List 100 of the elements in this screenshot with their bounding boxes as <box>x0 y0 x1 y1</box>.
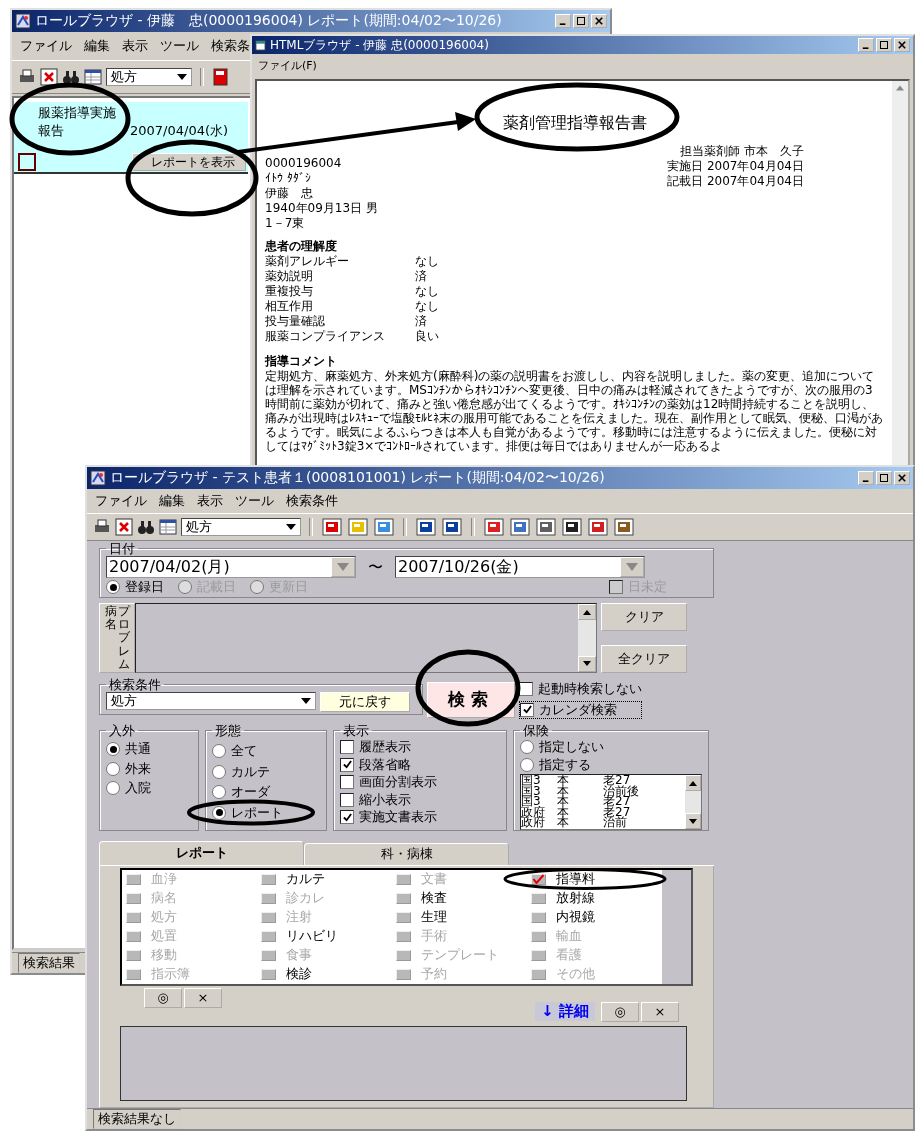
item-value: なし <box>415 254 439 269</box>
close-button[interactable] <box>591 14 607 28</box>
minimize-button[interactable] <box>555 14 571 28</box>
patient-info-text: ｲﾄｳ ﾀﾀﾞｼ <box>265 171 312 186</box>
scrollbar[interactable] <box>685 775 701 830</box>
table-icon[interactable] <box>159 518 177 536</box>
category-checkbox[interactable]: 検診 <box>257 964 392 984</box>
display-checkbox[interactable]: 段落省略 <box>340 756 500 773</box>
insurance-list[interactable]: 国3 本 老27 国3 本 治前後 国3 本 老27 政府 本 老27 政府 本 治前 <box>520 774 702 831</box>
date-field[interactable]: 2007/04/02(月) <box>106 556 356 578</box>
detail-link[interactable]: ↓ 詳細 <box>535 1002 595 1022</box>
form-radio[interactable]: 全て <box>212 744 257 759</box>
report-row[interactable]: 服薬指導実施報告 2007/04/04(水) レポートを表示 <box>14 102 248 174</box>
insurance-cell-text: 国3 <box>521 796 541 807</box>
search-option-checkbox[interactable]: 起動時検索しない <box>519 680 642 697</box>
insurance-radio[interactable]: 指定しない <box>520 739 702 756</box>
minimize-button[interactable] <box>858 471 874 485</box>
condition-dropdown[interactable]: 処方 <box>106 691 316 710</box>
menu-item[interactable]: 編集 <box>159 492 185 510</box>
minimize-button[interactable] <box>858 38 874 52</box>
search-button[interactable]: 検索 <box>427 681 515 718</box>
inpatient-radio[interactable]: 入院 <box>106 780 192 797</box>
category-checkbox[interactable]: 生理 <box>392 907 527 927</box>
menu-item[interactable]: 表示 <box>197 492 223 510</box>
checkmark-icon <box>342 760 352 770</box>
menu-item[interactable]: 検索条 <box>211 37 250 55</box>
form-radio[interactable]: オーダ <box>212 785 270 800</box>
form-radio[interactable]: カルテ <box>212 764 270 779</box>
window-icon[interactable] <box>415 518 437 536</box>
clear-button[interactable]: 全クリア <box>601 644 687 673</box>
item-label: 薬剤アレルギー <box>265 254 350 269</box>
item-label: 重複投与 <box>265 284 314 299</box>
report-date: 2007/04/04(水) <box>130 122 229 140</box>
problem-toggle-button[interactable]: 病名 プロブレム <box>99 603 135 673</box>
insurance-radio[interactable]: 指定する <box>520 756 702 773</box>
item-value: なし <box>415 284 439 299</box>
maximize-button[interactable] <box>573 14 589 28</box>
clear-button[interactable]: クリア <box>601 603 687 631</box>
grid-action-button[interactable]: ◎ <box>144 987 182 1008</box>
problem-list[interactable] <box>135 603 597 673</box>
date-type-radio[interactable]: 登録日 <box>106 579 164 595</box>
report-info-text: 担当薬剤師 市本 久子 <box>680 144 804 159</box>
category-checkbox[interactable]: 内視鏡 <box>527 907 662 927</box>
category-checkbox[interactable]: 指導料 <box>527 869 662 889</box>
menu-item[interactable]: ツール <box>235 492 274 510</box>
close-button[interactable] <box>894 471 910 485</box>
date-field[interactable]: 2007/10/26(金) <box>395 556 645 578</box>
menu-item[interactable]: 編集 <box>84 37 110 55</box>
reset-button[interactable]: 元に戻す <box>320 691 410 712</box>
maximize-button[interactable] <box>876 471 892 485</box>
binoculars-icon[interactable] <box>62 68 80 86</box>
display-checkbox[interactable]: 履歴表示 <box>340 739 500 756</box>
form-radio[interactable]: レポート <box>212 805 283 820</box>
display-checkbox[interactable]: 画面分割表示 <box>340 774 500 791</box>
category-checkbox[interactable]: カルテ <box>257 869 392 889</box>
group-label: 表示 <box>342 722 370 738</box>
show-report-button[interactable]: レポートを表示 <box>132 153 246 171</box>
insurance-cell-text: 政府 <box>521 817 546 828</box>
group-label: 入外 <box>108 722 136 738</box>
window-icon[interactable] <box>441 518 463 536</box>
dropdown-arrow-icon <box>286 524 296 530</box>
scrollbar[interactable] <box>892 81 908 466</box>
search-option-checkbox[interactable]: カレンダ検索 <box>519 700 642 719</box>
dropdown-arrow-icon <box>626 563 638 571</box>
category-dropdown[interactable]: 処方 <box>106 68 192 86</box>
category-dropdown[interactable]: 処方 <box>181 518 301 536</box>
binoculars-icon[interactable] <box>137 518 155 536</box>
category-checkbox[interactable]: 検査 <box>392 888 527 908</box>
detail-action-button[interactable]: × <box>641 1001 679 1022</box>
tab[interactable]: レポート <box>99 840 304 865</box>
close-icon[interactable] <box>40 68 58 86</box>
inpatient-radio[interactable]: 共通 <box>106 741 192 758</box>
checkmark-icon <box>342 812 352 822</box>
close-button[interactable] <box>894 38 910 52</box>
document-icon[interactable] <box>212 68 230 86</box>
menu-item[interactable]: ファイル <box>95 492 147 510</box>
grid-action-button[interactable]: × <box>184 987 222 1008</box>
table-icon[interactable] <box>84 68 102 86</box>
menu-item[interactable]: ツール <box>160 37 199 55</box>
patient-info-text: 1940年09月13日 男 <box>265 201 378 216</box>
category-checkbox[interactable]: 放射線 <box>527 888 662 908</box>
menu-item[interactable]: 表示 <box>122 37 148 55</box>
patient-info-text: 伊藤 忠 <box>265 186 314 201</box>
menu-item[interactable]: ファイル <box>20 37 72 55</box>
menu-item[interactable]: 検索条件 <box>286 492 338 510</box>
menu-item[interactable]: ファイル(F) <box>258 58 317 73</box>
tab[interactable]: 科・病棟 <box>304 842 509 865</box>
window-title: ロールブラウザ - テスト患者１(0008101001) レポート(期間:04/02〜10/26) <box>110 469 605 487</box>
display-checkbox[interactable]: 実施文書表示 <box>340 809 500 826</box>
document-icon[interactable] <box>321 518 343 536</box>
row-marker-icon <box>18 153 36 171</box>
patient-info-text: 1－7東 <box>265 216 306 231</box>
insurance-cell: 老27 <box>603 796 631 807</box>
inpatient-radio[interactable]: 外来 <box>106 760 192 777</box>
category-checkbox[interactable]: リハビリ <box>257 926 392 946</box>
maximize-button[interactable] <box>876 38 892 52</box>
display-checkbox[interactable]: 縮小表示 <box>340 791 500 808</box>
detail-action-button[interactable]: ◎ <box>601 1001 639 1022</box>
item-label: 薬効説明 <box>265 269 314 284</box>
scrollbar[interactable] <box>578 604 596 672</box>
